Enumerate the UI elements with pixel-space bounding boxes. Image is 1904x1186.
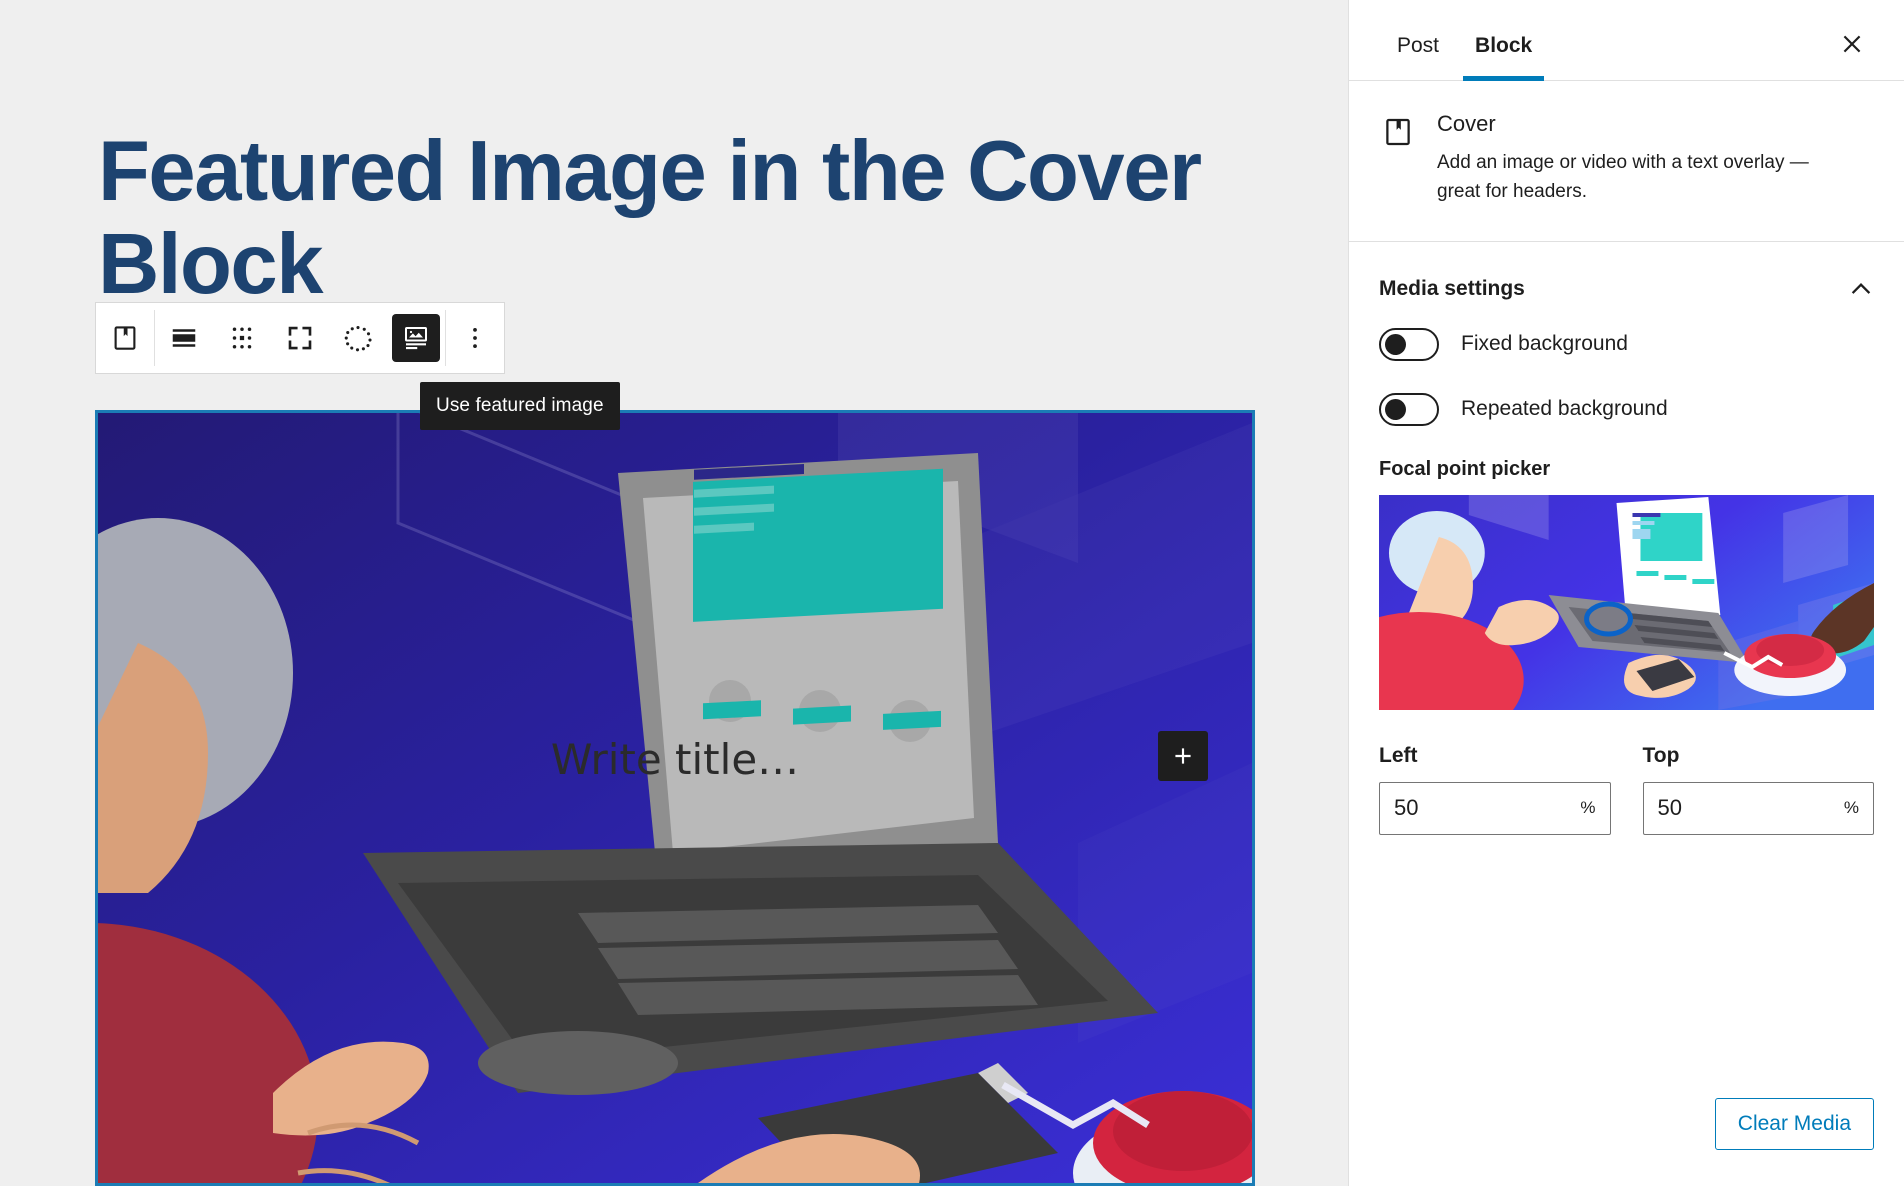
kebab-icon bbox=[451, 314, 499, 362]
plus-icon bbox=[1170, 743, 1196, 769]
focal-point-picker[interactable] bbox=[1379, 495, 1874, 710]
toolbar-tooltip: Use featured image bbox=[420, 382, 620, 430]
block-toolbar[interactable] bbox=[95, 302, 505, 374]
media-settings-title: Media settings bbox=[1379, 277, 1525, 301]
focal-left-input[interactable] bbox=[1380, 795, 1610, 821]
toolbar-group-block-type bbox=[96, 303, 154, 373]
tab-block[interactable]: Block bbox=[1457, 34, 1550, 80]
change-alignment-button[interactable] bbox=[155, 303, 213, 373]
use-featured-image-button[interactable] bbox=[387, 303, 445, 373]
focal-left-field: Left % bbox=[1379, 744, 1611, 835]
fixed-background-row: Fixed background bbox=[1379, 328, 1874, 361]
block-card-title: Cover bbox=[1437, 111, 1827, 137]
cover-background-image bbox=[98, 413, 1252, 1183]
toolbar-group-options bbox=[446, 303, 504, 373]
block-card-description: Add an image or video with a text overla… bbox=[1437, 149, 1827, 207]
featured-image-icon bbox=[392, 314, 440, 362]
repeated-background-row: Repeated background bbox=[1379, 393, 1874, 426]
toggle-knob bbox=[1385, 399, 1406, 420]
focal-point-picker-label: Focal point picker bbox=[1379, 458, 1874, 481]
focal-top-input-wrap[interactable]: % bbox=[1643, 782, 1875, 835]
focal-top-unit: % bbox=[1844, 798, 1859, 818]
content-position-button[interactable] bbox=[329, 303, 387, 373]
focal-top-field: Top % bbox=[1643, 744, 1875, 835]
full-height-button[interactable] bbox=[271, 303, 329, 373]
cover-block-icon bbox=[1379, 113, 1417, 151]
toggle-knob bbox=[1385, 334, 1406, 355]
drag-handle-button[interactable] bbox=[213, 303, 271, 373]
cover-block-icon bbox=[101, 314, 149, 362]
focal-left-unit: % bbox=[1580, 798, 1595, 818]
repeated-background-label: Repeated background bbox=[1461, 397, 1668, 421]
focal-top-input[interactable] bbox=[1644, 795, 1874, 821]
focal-top-label: Top bbox=[1643, 744, 1875, 768]
align-icon bbox=[160, 314, 208, 362]
block-appender-button[interactable] bbox=[1158, 731, 1208, 781]
editor-canvas: Featured Image in the Cover Block bbox=[0, 0, 1348, 1186]
close-icon bbox=[1839, 31, 1865, 57]
media-settings-header[interactable]: Media settings bbox=[1379, 242, 1874, 328]
more-options-button[interactable] bbox=[446, 303, 504, 373]
focal-preview-illustration bbox=[1379, 495, 1874, 710]
cover-illustration-svg bbox=[98, 413, 1252, 1183]
tab-post[interactable]: Post bbox=[1379, 34, 1457, 80]
block-card-text: Cover Add an image or video with a text … bbox=[1437, 111, 1827, 207]
focal-point-coordinates: Left % Top % bbox=[1379, 744, 1874, 835]
clear-media-button[interactable]: Clear Media bbox=[1715, 1098, 1874, 1150]
post-title[interactable]: Featured Image in the Cover Block bbox=[98, 126, 1258, 311]
block-card: Cover Add an image or video with a text … bbox=[1349, 81, 1904, 242]
focal-left-input-wrap[interactable]: % bbox=[1379, 782, 1611, 835]
fullscreen-icon bbox=[276, 314, 324, 362]
sidebar-tabs: Post Block bbox=[1349, 0, 1904, 81]
sidebar-footer: Clear Media bbox=[1349, 1098, 1904, 1186]
focal-point-picker-section: Focal point picker bbox=[1379, 458, 1874, 710]
fixed-background-toggle[interactable] bbox=[1379, 328, 1439, 361]
settings-sidebar: Post Block Cover Add an image or video w… bbox=[1348, 0, 1904, 1186]
focal-left-label: Left bbox=[1379, 744, 1611, 768]
toolbar-group-block-tools bbox=[155, 303, 445, 373]
dotted-circle-icon bbox=[334, 314, 382, 362]
fixed-background-label: Fixed background bbox=[1461, 332, 1628, 356]
cover-block[interactable]: Write title… bbox=[95, 410, 1255, 1186]
block-type-cover-button[interactable] bbox=[96, 303, 154, 373]
media-settings-panel: Media settings Fixed background Repeated… bbox=[1349, 242, 1904, 863]
drag-dots-icon bbox=[218, 314, 266, 362]
close-settings-button[interactable] bbox=[1830, 22, 1874, 66]
chevron-up-icon[interactable] bbox=[1848, 276, 1874, 302]
repeated-background-toggle[interactable] bbox=[1379, 393, 1439, 426]
